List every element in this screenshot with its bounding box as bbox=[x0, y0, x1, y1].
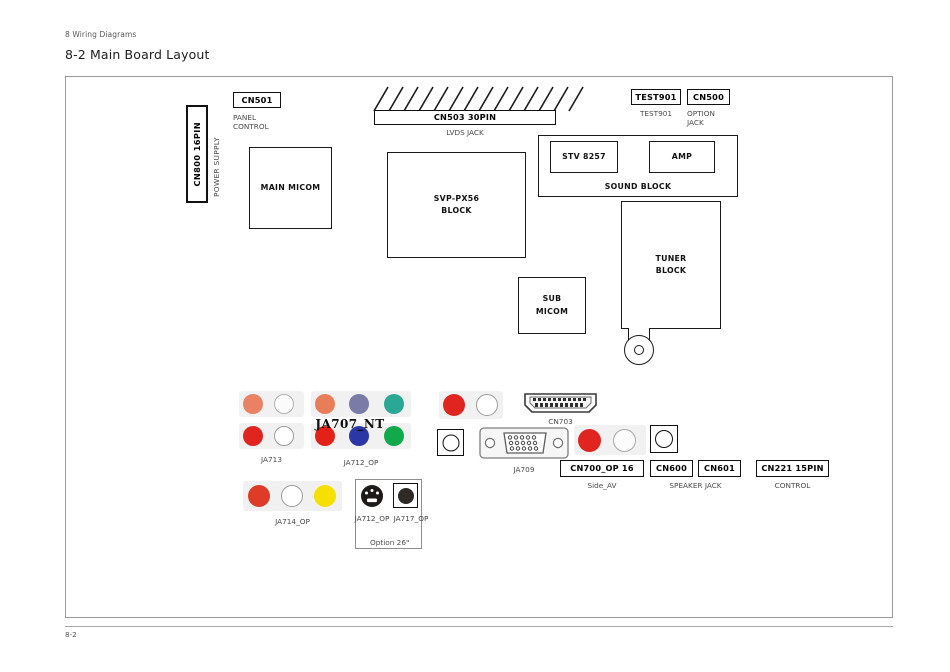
svp-px56-label-line1: SVP-PX56 bbox=[433, 193, 480, 203]
option26-jack-caption: JA717_OP bbox=[393, 514, 429, 523]
lvds-hatch-lines bbox=[373, 86, 584, 112]
ja717op-jack-ring bbox=[397, 487, 414, 504]
amp-chip: AMP bbox=[649, 141, 715, 173]
stv8257-label: STV 8257 bbox=[562, 151, 606, 161]
ja717op-jack bbox=[393, 483, 418, 508]
lvds-jack-caption: LVDS JACK bbox=[446, 128, 484, 137]
main-micom-block: MAIN MICOM bbox=[249, 147, 332, 229]
connector-test901-label: TEST901 bbox=[635, 91, 677, 102]
connector-cn503: CN503 30PIN bbox=[374, 110, 556, 125]
tuner-coax-inner bbox=[634, 345, 644, 355]
ja714op-jack-white bbox=[281, 485, 303, 507]
tuner-label-line1: TUNER bbox=[655, 253, 687, 263]
side-av-jack-white bbox=[613, 429, 636, 452]
tuner-label-line2: BLOCK bbox=[655, 266, 687, 275]
connector-cn500-label: CN500 bbox=[693, 91, 724, 102]
option26-label: Option 26" bbox=[366, 538, 414, 547]
main-micom-label: MAIN MICOM bbox=[260, 182, 321, 192]
speaker-jack-caption: SPEAKER JACK bbox=[669, 481, 722, 490]
ja714op-jack-yellow bbox=[314, 485, 336, 507]
option-jack-caption-line2: JACK bbox=[687, 118, 704, 128]
option-jack-caption: OPTION JACK bbox=[687, 109, 735, 127]
control-caption: CONTROL bbox=[774, 481, 811, 490]
ja714op-jack-red bbox=[248, 485, 270, 507]
sub-micom-label-line2: MICOM bbox=[535, 306, 569, 316]
sound-block-label: SOUND BLOCK bbox=[604, 181, 672, 191]
connector-cn221-15pin: CN221 15PIN bbox=[756, 460, 829, 477]
panel-control-caption: PANEL CONTROL bbox=[233, 113, 289, 131]
footer-page-number: 8-2 bbox=[65, 630, 77, 639]
connector-cn601-label: CN601 bbox=[704, 463, 735, 474]
speaker-jack-ring bbox=[655, 430, 673, 448]
connector-cn601: CN601 bbox=[698, 460, 741, 477]
power-supply-caption: POWER SUPPLY bbox=[212, 137, 221, 197]
ja709-caption: JA709 bbox=[513, 465, 535, 474]
connector-cn501: CN501 bbox=[233, 92, 281, 108]
ja712op-jack-purple-faded bbox=[349, 394, 369, 414]
footer-rule bbox=[65, 626, 893, 627]
connector-cn800-label: CN800 16PIN bbox=[192, 121, 202, 187]
ja709-vga-connector-icon bbox=[479, 427, 569, 459]
ja707-nt-label: JA707_NT bbox=[315, 417, 385, 431]
center-av-jack-white bbox=[476, 394, 498, 416]
connector-cn800: CN800 16PIN bbox=[186, 105, 208, 203]
amp-label: AMP bbox=[671, 151, 693, 161]
connector-cn700-op-16-label: CN700_OP 16 bbox=[570, 463, 634, 474]
option-jack-caption-line1: OPTION bbox=[687, 109, 715, 118]
stv8257-chip: STV 8257 bbox=[550, 141, 618, 173]
connector-cn500: CN500 bbox=[687, 89, 730, 105]
svp-px56-label-line2: BLOCK bbox=[441, 206, 472, 215]
ja713-label: JA713 bbox=[261, 455, 282, 464]
ja713-jack-red-faded bbox=[243, 394, 263, 414]
ja712op-jack-orange-faded bbox=[315, 394, 335, 414]
headphone-jack-ring bbox=[442, 434, 459, 451]
connector-cn501-label: CN501 bbox=[241, 94, 273, 105]
sub-micom-block: SUB MICOM bbox=[518, 277, 586, 334]
connector-cn600-label: CN600 bbox=[656, 463, 687, 474]
ja712op-label: JA712_OP bbox=[343, 458, 379, 467]
page-title: 8-2 Main Board Layout bbox=[65, 47, 210, 62]
document-page: 8 Wiring Diagrams 8-2 Main Board Layout … bbox=[0, 0, 950, 672]
connector-test901: TEST901 bbox=[631, 89, 681, 105]
panel-control-caption-line2: CONTROL bbox=[233, 122, 269, 132]
sub-micom-label-line1: SUB bbox=[542, 294, 562, 304]
ja713-jack-white bbox=[274, 426, 294, 446]
svp-px56-block: SVP-PX56 BLOCK bbox=[387, 152, 526, 258]
side-av-caption: Side_AV bbox=[587, 481, 617, 490]
board-layout-frame: CN800 16PIN POWER SUPPLY CN501 PANEL CON… bbox=[65, 76, 893, 618]
ja712op-jack-teal-faded bbox=[384, 394, 404, 414]
center-av-jack-red bbox=[443, 394, 465, 416]
connector-cn221-15pin-label: CN221 15PIN bbox=[761, 463, 824, 474]
connector-cn700-op-16: CN700_OP 16 bbox=[560, 460, 644, 477]
connector-cn503-label: CN503 30PIN bbox=[433, 112, 497, 123]
side-av-jack-red bbox=[578, 429, 601, 452]
svideo-connector-icon bbox=[361, 485, 383, 507]
ja714op-label: JA714_OP bbox=[275, 517, 310, 526]
ja713-jack-red bbox=[243, 426, 263, 446]
tuner-block: TUNER BLOCK bbox=[621, 201, 721, 329]
cn703-connector-icon bbox=[524, 393, 597, 413]
test901-caption: TEST901 bbox=[639, 109, 673, 118]
speaker-jack-square bbox=[650, 425, 678, 453]
chapter-label: 8 Wiring Diagrams bbox=[65, 30, 137, 39]
connector-cn600: CN600 bbox=[650, 460, 693, 477]
ja713-jack-white-faded bbox=[274, 394, 294, 414]
headphone-jack bbox=[437, 429, 464, 456]
panel-control-caption-line1: PANEL bbox=[233, 113, 257, 122]
